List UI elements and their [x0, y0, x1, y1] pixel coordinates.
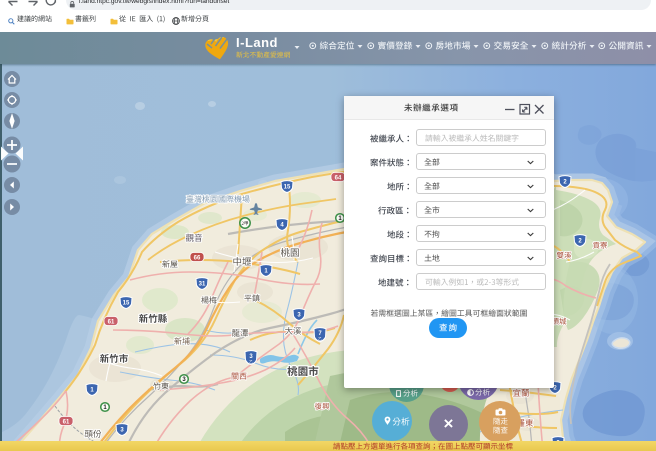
svg-text:64: 64 [335, 175, 342, 181]
svg-text:61: 61 [108, 319, 115, 325]
svg-text:15: 15 [284, 184, 291, 190]
svg-text:15: 15 [123, 300, 130, 306]
svg-text:31: 31 [199, 281, 206, 287]
svg-text:61: 61 [63, 419, 70, 425]
svg-text:66: 66 [194, 255, 201, 261]
